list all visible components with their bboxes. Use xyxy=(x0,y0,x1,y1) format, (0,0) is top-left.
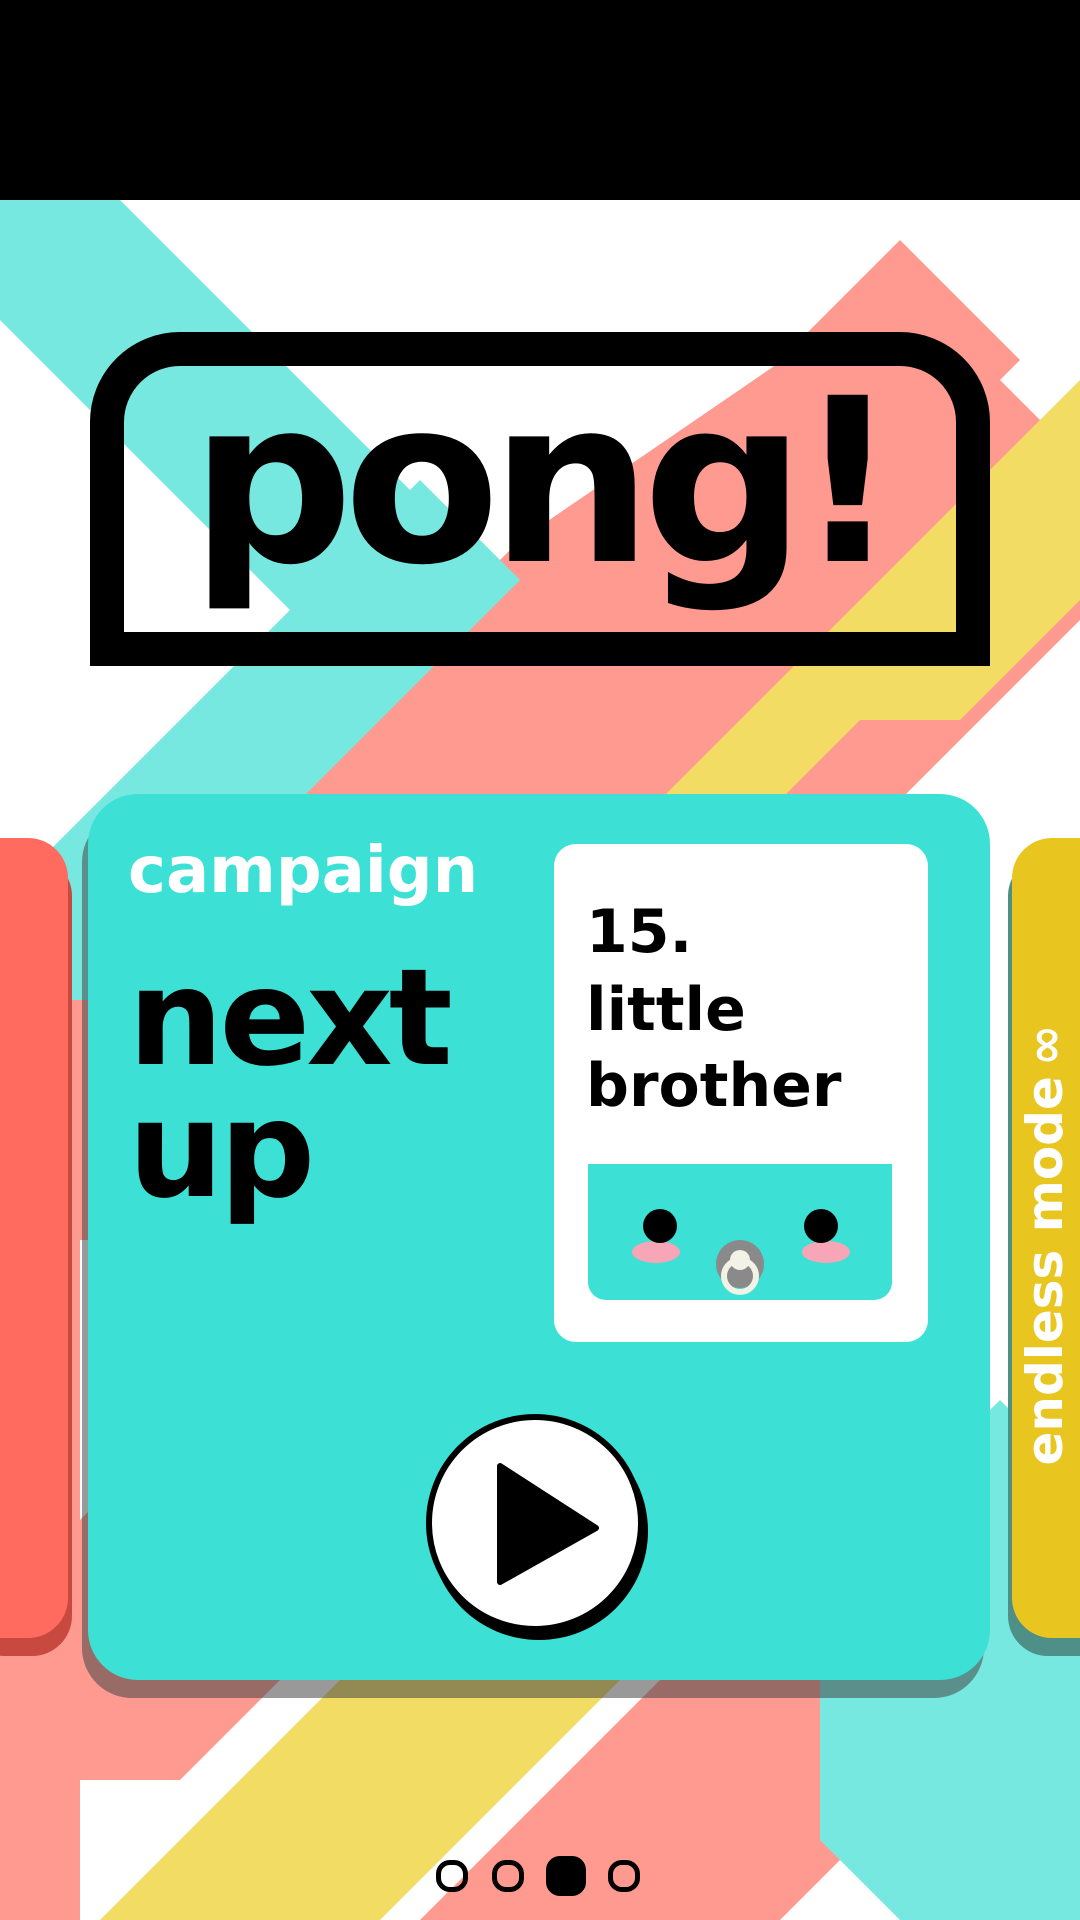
page-indicator[interactable] xyxy=(434,1856,648,1902)
settings-label-text: settings xyxy=(0,1157,5,1388)
next-up-heading: next up xyxy=(128,940,453,1228)
baby-face-icon xyxy=(632,1209,850,1295)
play-icon xyxy=(497,1463,599,1585)
heading-line-2: up xyxy=(128,1072,315,1228)
infinity-icon: ∞ xyxy=(1016,1024,1074,1067)
play-button[interactable] xyxy=(426,1414,644,1632)
page-dot-2[interactable] xyxy=(492,1860,524,1892)
level-preview-card[interactable]: 15. little brother xyxy=(554,844,928,1342)
status-bar xyxy=(0,0,1080,200)
heading-line-1: next xyxy=(128,940,453,1096)
gear-icon: ⚙ xyxy=(0,1103,6,1148)
endless-mode-label-text: endless mode xyxy=(1016,1076,1074,1466)
page-dot-4[interactable] xyxy=(608,1860,640,1892)
page-dot-3-active[interactable] xyxy=(546,1856,586,1896)
campaign-card[interactable]: campaign next up 15. little brother xyxy=(88,794,990,1680)
settings-card[interactable] xyxy=(0,838,68,1638)
level-name: little brother xyxy=(586,975,842,1121)
page-dot-1[interactable] xyxy=(436,1860,468,1892)
level-number: 15. xyxy=(586,897,693,967)
app-logo: pong! xyxy=(190,349,899,615)
character-face xyxy=(588,1164,892,1300)
endless-mode-card-label[interactable]: endless mode ∞ xyxy=(1015,1014,1075,1465)
mode-label: campaign xyxy=(128,834,479,908)
settings-card-label[interactable]: ⚙ settings xyxy=(0,1093,6,1388)
